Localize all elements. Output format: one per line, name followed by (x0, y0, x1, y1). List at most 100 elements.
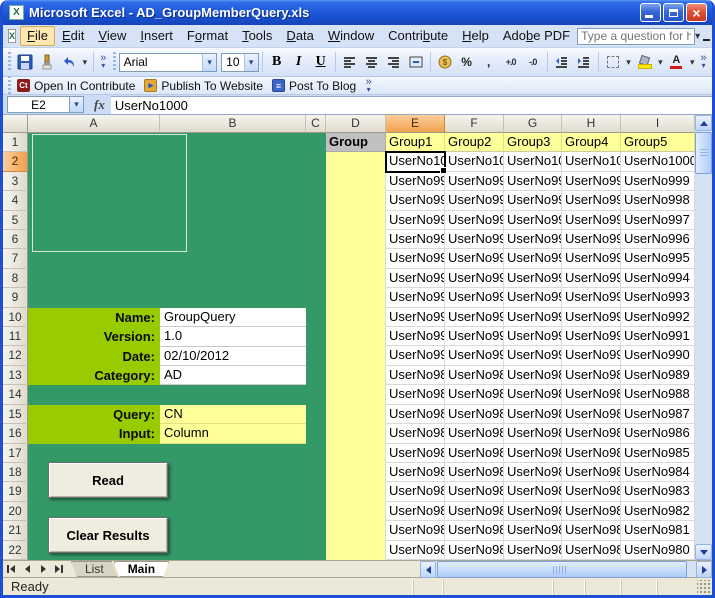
row-header-3[interactable]: 3 (3, 172, 28, 191)
font-name-combo[interactable]: Arial (119, 53, 218, 72)
cell-F5[interactable]: UserNo997 (445, 211, 504, 230)
cell-D21[interactable] (326, 521, 386, 540)
italic-button[interactable]: I (288, 51, 310, 73)
align-left-button[interactable] (339, 51, 361, 73)
cell-F20[interactable]: UserNo982 (445, 502, 504, 521)
sheet-tab-list[interactable]: List (71, 561, 118, 577)
version-label[interactable]: Version: (28, 327, 160, 346)
cell-E8[interactable]: UserNo994 (386, 269, 445, 288)
cell-H12[interactable]: UserNo990 (562, 346, 621, 365)
input-label[interactable]: Input: (28, 424, 160, 443)
cell-D15[interactable] (326, 405, 386, 424)
cell-D7[interactable] (326, 249, 386, 268)
cell-D4[interactable] (326, 191, 386, 210)
cell-E14[interactable]: UserNo988 (386, 385, 445, 404)
cell-G2[interactable]: UserNo1000 (504, 152, 562, 171)
cell-E9[interactable]: UserNo993 (386, 288, 445, 307)
cell-D10[interactable] (326, 308, 386, 327)
name-value[interactable]: GroupQuery (160, 308, 306, 327)
row-header-11[interactable]: 11 (3, 327, 28, 346)
cell-G7[interactable]: UserNo995 (504, 249, 562, 268)
cell-G21[interactable]: UserNo981 (504, 521, 562, 540)
cell-D8[interactable] (326, 269, 386, 288)
menu-help[interactable]: Help (455, 26, 496, 46)
row-header-7[interactable]: 7 (3, 249, 28, 268)
publish-to-website-button[interactable]: Publish To Website (141, 78, 269, 94)
window-resize-grip[interactable] (697, 580, 711, 594)
cell-G5[interactable]: UserNo997 (504, 211, 562, 230)
vertical-scroll-thumb[interactable] (695, 132, 712, 174)
cell-E21[interactable]: UserNo981 (386, 521, 445, 540)
row-header-20[interactable]: 20 (3, 502, 28, 521)
cell-F18[interactable]: UserNo984 (445, 463, 504, 482)
cell-G10[interactable]: UserNo992 (504, 308, 562, 327)
cell-I21[interactable]: UserNo981 (621, 521, 695, 540)
workbook-icon[interactable] (8, 29, 16, 43)
cell-F4[interactable]: UserNo998 (445, 191, 504, 210)
column-header-C[interactable]: C (306, 115, 326, 133)
cell-G1[interactable]: Group3 (504, 133, 562, 152)
cell-D12[interactable] (326, 346, 386, 365)
cell-I16[interactable]: UserNo986 (621, 424, 695, 443)
cell-H10[interactable]: UserNo992 (562, 308, 621, 327)
cell-I5[interactable]: UserNo997 (621, 211, 695, 230)
cell-I7[interactable]: UserNo995 (621, 249, 695, 268)
cell-G6[interactable]: UserNo996 (504, 230, 562, 249)
maximize-button[interactable] (663, 3, 684, 22)
cell-G15[interactable]: UserNo987 (504, 405, 562, 424)
cell-I8[interactable]: UserNo994 (621, 269, 695, 288)
cell-E11[interactable]: UserNo991 (386, 327, 445, 346)
increase-decimal-button[interactable]: +.0 (500, 51, 522, 73)
cell-E18[interactable]: UserNo984 (386, 463, 445, 482)
date-value[interactable]: 02/10/2012 (160, 347, 306, 366)
cell-G22[interactable]: UserNo980 (504, 541, 562, 560)
font-name-dropdown-icon[interactable] (202, 54, 216, 71)
formatting-toolbar-options-icon[interactable] (697, 50, 710, 74)
cell-H17[interactable]: UserNo985 (562, 444, 621, 463)
name-box[interactable]: E2 (7, 96, 69, 113)
cell-E5[interactable]: UserNo997 (386, 211, 445, 230)
tab-first-button[interactable] (3, 561, 19, 577)
cell-D3[interactable] (326, 172, 386, 191)
align-right-button[interactable] (383, 51, 405, 73)
save-button[interactable] (14, 51, 36, 73)
cell-E4[interactable]: UserNo998 (386, 191, 445, 210)
cell-F7[interactable]: UserNo995 (445, 249, 504, 268)
cell-G9[interactable]: UserNo993 (504, 288, 562, 307)
row-header-9[interactable]: 9 (3, 288, 28, 307)
cell-E19[interactable]: UserNo983 (386, 482, 445, 501)
column-header-I[interactable]: I (621, 115, 695, 133)
column-header-A[interactable]: A (28, 115, 160, 133)
cell-H4[interactable]: UserNo998 (562, 191, 621, 210)
cell-G4[interactable]: UserNo998 (504, 191, 562, 210)
cell-D6[interactable] (326, 230, 386, 249)
cell-D9[interactable] (326, 288, 386, 307)
currency-style-button[interactable]: $ (434, 51, 456, 73)
query-value[interactable]: CN (160, 405, 306, 424)
cell-H6[interactable]: UserNo996 (562, 230, 621, 249)
cell-E17[interactable]: UserNo985 (386, 444, 445, 463)
comma-style-button[interactable]: , (478, 51, 500, 73)
cell-D14[interactable] (326, 385, 386, 404)
horizontal-scroll-thumb[interactable] (437, 561, 687, 578)
cell-I22[interactable]: UserNo980 (621, 541, 695, 560)
undo-dropdown-icon[interactable] (80, 51, 90, 73)
cell-F15[interactable]: UserNo987 (445, 405, 504, 424)
formula-input[interactable]: UserNo1000 (111, 96, 712, 114)
cell-G19[interactable]: UserNo983 (504, 482, 562, 501)
tab-prev-button[interactable] (19, 561, 35, 577)
format-painter-button[interactable] (36, 51, 58, 73)
cell-D2[interactable] (326, 152, 386, 171)
cell-H11[interactable]: UserNo991 (562, 327, 621, 346)
cell-F9[interactable]: UserNo993 (445, 288, 504, 307)
cell-I20[interactable]: UserNo982 (621, 502, 695, 521)
row-header-10[interactable]: 10 (3, 308, 28, 327)
tab-last-button[interactable] (51, 561, 67, 577)
vertical-scrollbar[interactable] (695, 115, 712, 560)
horizontal-scrollbar[interactable] (420, 561, 712, 577)
query-label[interactable]: Query: (28, 405, 160, 424)
cell-F12[interactable]: UserNo990 (445, 346, 504, 365)
cell-D1[interactable]: Group (326, 133, 386, 152)
cell-G11[interactable]: UserNo991 (504, 327, 562, 346)
row-header-17[interactable]: 17 (3, 444, 28, 463)
